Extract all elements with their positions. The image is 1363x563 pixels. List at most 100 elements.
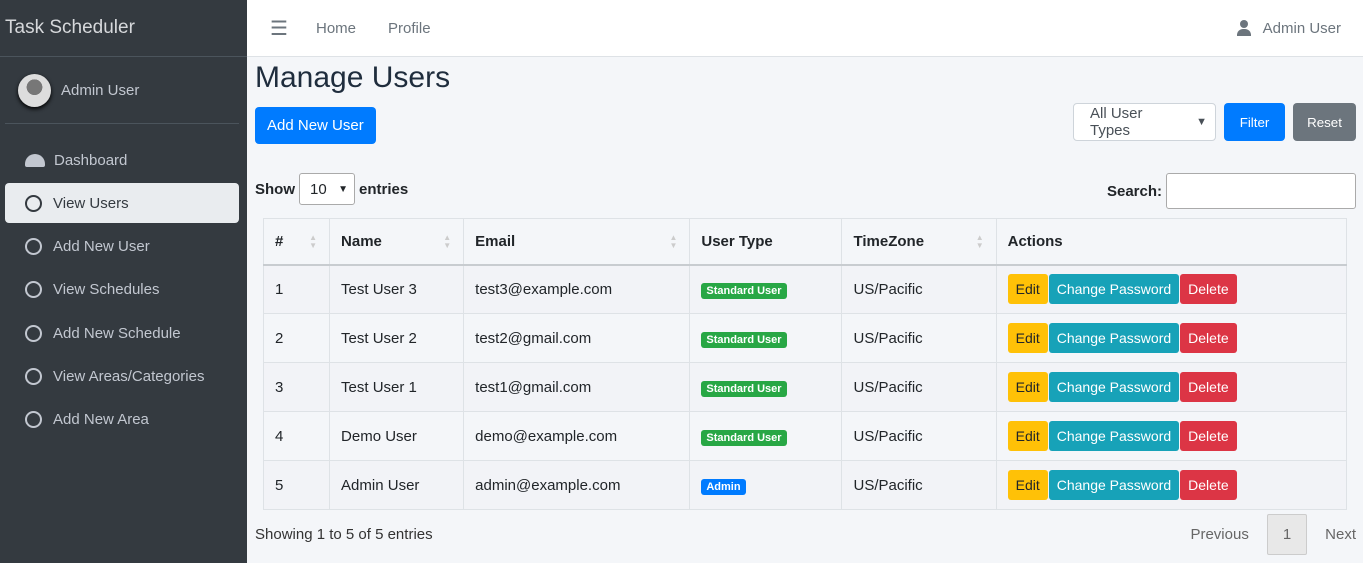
sidebar-item-label: Dashboard (54, 151, 128, 169)
sidebar-item-label: View Areas/Categories (53, 367, 205, 385)
user-type-badge: Standard User (701, 429, 787, 446)
cell-number: 3 (262, 362, 331, 412)
chevron-down-icon: ▼ (338, 183, 348, 195)
sort-icon: ▲ ▼ (443, 233, 452, 250)
circle-icon (25, 238, 42, 256)
column-header: User Type (689, 218, 843, 266)
page-1-button[interactable]: 1 (1266, 514, 1308, 555)
cell-name: Test User 2 (329, 313, 465, 363)
column-label: TimeZone (853, 232, 925, 250)
sidebar-item-view-schedules[interactable]: View Schedules (5, 270, 239, 310)
column-label: Actions (1007, 232, 1063, 250)
edit-button[interactable]: Edit (1007, 323, 1048, 353)
brand-title[interactable]: Task Scheduler (0, 0, 247, 57)
main-content: Manage Users Add New User All User Types… (255, 57, 1356, 555)
sidebar-user[interactable]: Admin User (5, 57, 239, 124)
circle-icon (25, 367, 42, 385)
sidebar-item-view-users[interactable]: View Users (5, 183, 239, 224)
circle-icon (25, 411, 42, 429)
column-header[interactable]: TimeZone ▲ ▼ (841, 218, 997, 266)
sidebar-user-name: Admin User (61, 81, 140, 99)
sidebar-nav: Dashboard View Users Add New User View Sche… (0, 140, 247, 440)
cell-name: Admin User (329, 460, 465, 510)
cell-email: admin@example.com (463, 460, 691, 510)
user-icon (1236, 20, 1251, 36)
circle-icon (25, 194, 42, 212)
nav-profile[interactable]: Profile (388, 20, 431, 37)
cell-number: 5 (262, 460, 331, 510)
cell-name: Test User 1 (329, 362, 465, 412)
menu-toggle-icon[interactable]: ☰ (270, 16, 316, 41)
user-type-value: All User Types (1090, 105, 1143, 139)
user-type-badge: Standard User (701, 331, 787, 348)
pagination: Previous 1 Next (1190, 514, 1356, 555)
filter-button[interactable]: Filter (1224, 103, 1285, 141)
column-header: Actions (995, 218, 1348, 266)
circle-icon (25, 281, 42, 299)
column-header[interactable]: Name ▲ ▼ (329, 218, 465, 266)
delete-button[interactable]: Delete (1180, 323, 1237, 353)
next-button[interactable]: Next (1325, 526, 1356, 543)
edit-button[interactable]: Edit (1007, 470, 1048, 500)
add-new-user-button[interactable]: Add New User (255, 107, 376, 144)
table-info: Showing 1 to 5 of 5 entries (255, 526, 433, 543)
edit-button[interactable]: Edit (1007, 421, 1048, 451)
page-title: Manage Users (255, 61, 451, 94)
show-label: Show (255, 180, 295, 198)
cell-timezone: US/Pacific (841, 313, 997, 363)
search-label: Search: (1106, 182, 1162, 200)
previous-button[interactable]: Previous (1190, 526, 1248, 543)
user-type-select[interactable]: All User Types ▼ (1073, 103, 1216, 141)
sidebar-item-add-new-user[interactable]: Add New User (5, 227, 239, 267)
sort-icon: ▲ ▼ (309, 233, 318, 250)
entries-label: entries (359, 180, 409, 198)
chevron-down-icon: ▼ (1196, 116, 1207, 128)
delete-button[interactable]: Delete (1180, 372, 1237, 402)
delete-button[interactable]: Delete (1180, 274, 1237, 305)
sidebar-item-view-areas-categories[interactable]: View Areas/Categories (5, 356, 239, 396)
avatar (18, 73, 51, 107)
entries-length-select[interactable]: 10 ▼ (299, 173, 355, 205)
user-menu[interactable]: Admin User (1236, 19, 1341, 37)
cell-timezone: US/Pacific (841, 264, 997, 314)
table-row: 4 Demo User demo@example.com Standard Us… (262, 411, 1348, 461)
sidebar-item-label: View Schedules (53, 281, 160, 299)
user-type-badge: Admin (701, 478, 746, 495)
edit-button[interactable]: Edit (1007, 372, 1048, 402)
user-menu-label: Admin User (1262, 19, 1341, 37)
user-type-badge: Standard User (701, 282, 787, 299)
table-row: 1 Test User 3 test3@example.com Standard… (262, 264, 1348, 314)
length-value: 10 (310, 180, 327, 198)
change-password-button[interactable]: Change Password (1048, 421, 1180, 451)
sidebar-item-label: Add New Schedule (53, 324, 181, 342)
change-password-button[interactable]: Change Password (1048, 323, 1180, 353)
sidebar-item-dashboard[interactable]: Dashboard (5, 140, 239, 180)
change-password-button[interactable]: Change Password (1048, 274, 1180, 305)
delete-button[interactable]: Delete (1180, 421, 1237, 451)
topbar: ☰ Home Profile Admin User (247, 0, 1363, 57)
edit-button[interactable]: Edit (1007, 274, 1048, 305)
cell-email: test2@gmail.com (463, 313, 691, 363)
sidebar-item-add-new-schedule[interactable]: Add New Schedule (5, 313, 239, 353)
users-table: # ▲ ▼ Name ▲ ▼ Email ▲ ▼ User Type TimeZone ▲ ▼ Actio… (262, 218, 1348, 510)
reset-button[interactable]: Reset (1293, 103, 1356, 141)
column-label: User Type (701, 232, 773, 250)
sidebar-item-label: Add New User (53, 238, 150, 256)
sort-icon: ▲ ▼ (975, 233, 984, 250)
cell-number: 4 (262, 411, 331, 461)
column-label: Name (341, 232, 382, 250)
change-password-button[interactable]: Change Password (1048, 372, 1180, 402)
search-input[interactable] (1166, 173, 1356, 209)
cell-email: demo@example.com (463, 411, 691, 461)
column-header[interactable]: Email ▲ ▼ (463, 218, 691, 266)
sort-icon: ▲ ▼ (669, 233, 678, 250)
cell-timezone: US/Pacific (841, 411, 997, 461)
change-password-button[interactable]: Change Password (1048, 470, 1180, 500)
cell-timezone: US/Pacific (841, 460, 997, 510)
table-row: 2 Test User 2 test2@gmail.com Standard U… (262, 313, 1348, 363)
column-header[interactable]: # ▲ ▼ (262, 218, 331, 266)
sidebar-item-add-new-area[interactable]: Add New Area (5, 400, 239, 440)
nav-home[interactable]: Home (316, 20, 356, 37)
sidebar-item-label: View Users (53, 194, 129, 212)
delete-button[interactable]: Delete (1180, 470, 1237, 500)
